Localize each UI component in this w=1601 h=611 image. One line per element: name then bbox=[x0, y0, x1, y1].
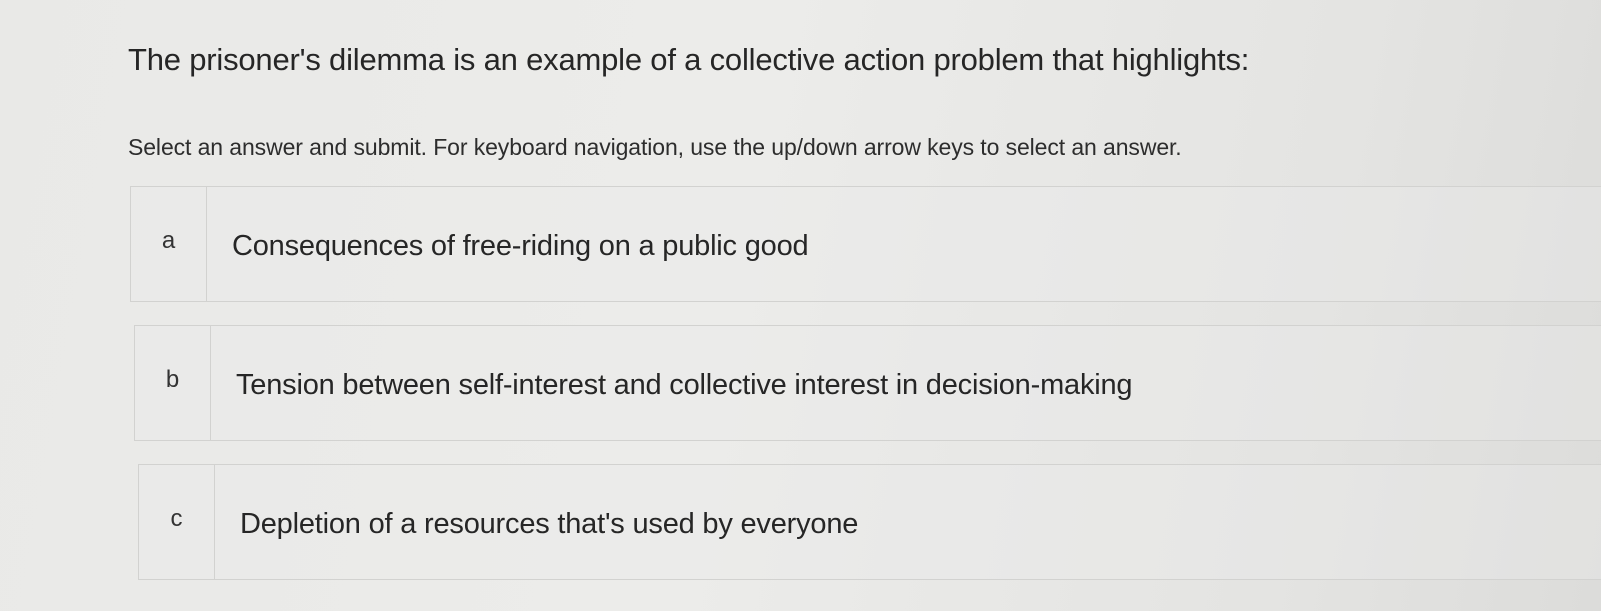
question-title: The prisoner's dilemma is an example of … bbox=[128, 42, 1250, 77]
answer-option-a[interactable]: a Consequences of free-riding on a publi… bbox=[130, 186, 1601, 302]
option-letter: a bbox=[131, 187, 207, 301]
option-text: Tension between self-interest and collec… bbox=[236, 369, 1133, 401]
option-letter: c bbox=[139, 465, 215, 579]
option-letter: b bbox=[135, 326, 211, 440]
option-text: Consequences of free-riding on a public … bbox=[232, 230, 809, 262]
answer-option-b[interactable]: b Tension between self-interest and coll… bbox=[134, 325, 1601, 441]
instructions-text: Select an answer and submit. For keyboar… bbox=[128, 134, 1182, 160]
answer-option-c[interactable]: c Depletion of a resources that's used b… bbox=[138, 464, 1601, 580]
answer-options: a Consequences of free-riding on a publi… bbox=[130, 186, 1601, 603]
option-text: Depletion of a resources that's used by … bbox=[240, 508, 859, 540]
